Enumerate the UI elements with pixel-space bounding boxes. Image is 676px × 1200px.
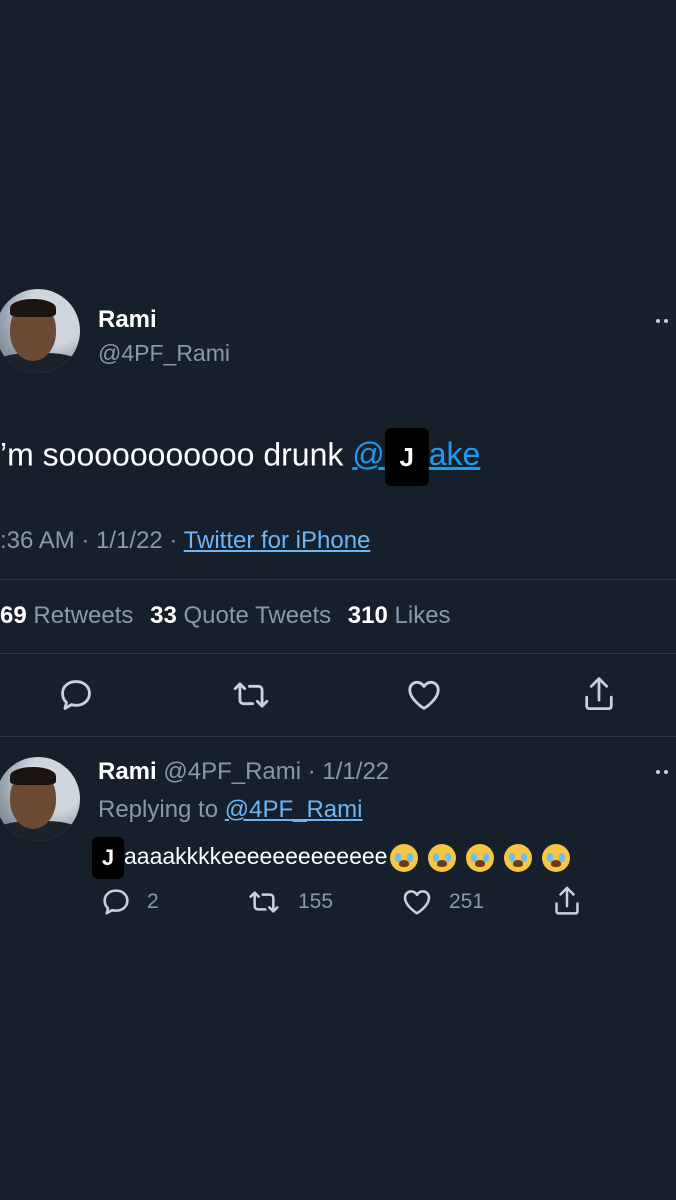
loudly-crying-face-icon [504,843,533,872]
reply-body: aaaakkkkeeeeeeeeeeeee [124,843,388,869]
reply-icon[interactable] [57,676,95,714]
replying-to-handle[interactable]: @4PF_Rami [225,796,363,823]
avatar[interactable] [0,757,80,841]
quotes-stat[interactable]: 33 Quote Tweets [150,602,331,629]
reply-icon [100,886,132,918]
timestamp-text: :36 AM · 1/1/22 · [0,527,184,554]
like-icon[interactable] [405,676,443,714]
display-name[interactable]: Rami [98,758,157,785]
like-count: 251 [449,890,485,913]
divider [0,736,676,737]
reply-text: Jaaaakkkkeeeeeeeeeeeee [92,834,571,879]
like-icon [401,886,433,918]
loudly-crying-face-icon [542,843,571,872]
tweet-timestamp: :36 AM · 1/1/22 · Twitter for iPhone [0,527,370,555]
engagement-stats: 69 Retweets 33 Quote Tweets 310 Likes [0,602,451,630]
redaction-sticker: J [384,428,429,486]
more-options-icon[interactable] [654,317,676,325]
mention-rest: ake [428,436,481,473]
divider [0,653,676,654]
mention-link[interactable]: @ Jake [352,428,481,486]
loudly-crying-face-icon [466,843,495,872]
source-link[interactable]: Twitter for iPhone [184,527,371,554]
handle-and-date[interactable]: @4PF_Rami · 1/1/22 [163,758,389,785]
retweet-count: 155 [298,890,334,913]
reply-count: 2 [147,890,159,913]
loudly-crying-face-icon [428,843,457,872]
quotes-label: Quote Tweets [183,602,332,629]
divider [0,579,676,580]
retweets-count: 69 [0,602,27,629]
share-icon[interactable] [580,674,618,714]
like-action[interactable]: 251 [401,886,484,918]
display-name[interactable]: Rami [98,306,157,334]
likes-label: Likes [394,602,451,629]
quotes-count: 33 [150,602,177,629]
avatar[interactable] [0,289,80,373]
retweet-action[interactable]: 155 [246,886,333,918]
retweet-icon[interactable] [229,676,273,714]
retweets-label: Retweets [33,602,134,629]
tweet-text-prefix: ’m sooooooooooo drunk [0,436,353,473]
reply-action[interactable]: 2 [100,886,159,918]
replying-to: Replying to @4PF_Rami [98,796,362,824]
share-icon[interactable] [551,884,583,918]
retweet-icon [246,886,282,918]
likes-count: 310 [347,602,388,629]
reply-header: Rami @4PF_Rami · 1/1/22 [98,758,389,786]
loudly-crying-face-icon [390,843,419,872]
handle[interactable]: @4PF_Rami [98,340,230,367]
replying-to-label: Replying to [98,796,225,823]
more-options-icon[interactable] [654,768,676,776]
likes-stat[interactable]: 310 Likes [348,602,451,629]
redaction-sticker: J [92,836,124,879]
retweets-stat[interactable]: 69 Retweets [0,602,133,629]
tweet-text: ’m sooooooooooo drunk @ Jake [0,428,481,486]
mention-at: @ [352,436,385,473]
emoji-group [387,843,571,872]
